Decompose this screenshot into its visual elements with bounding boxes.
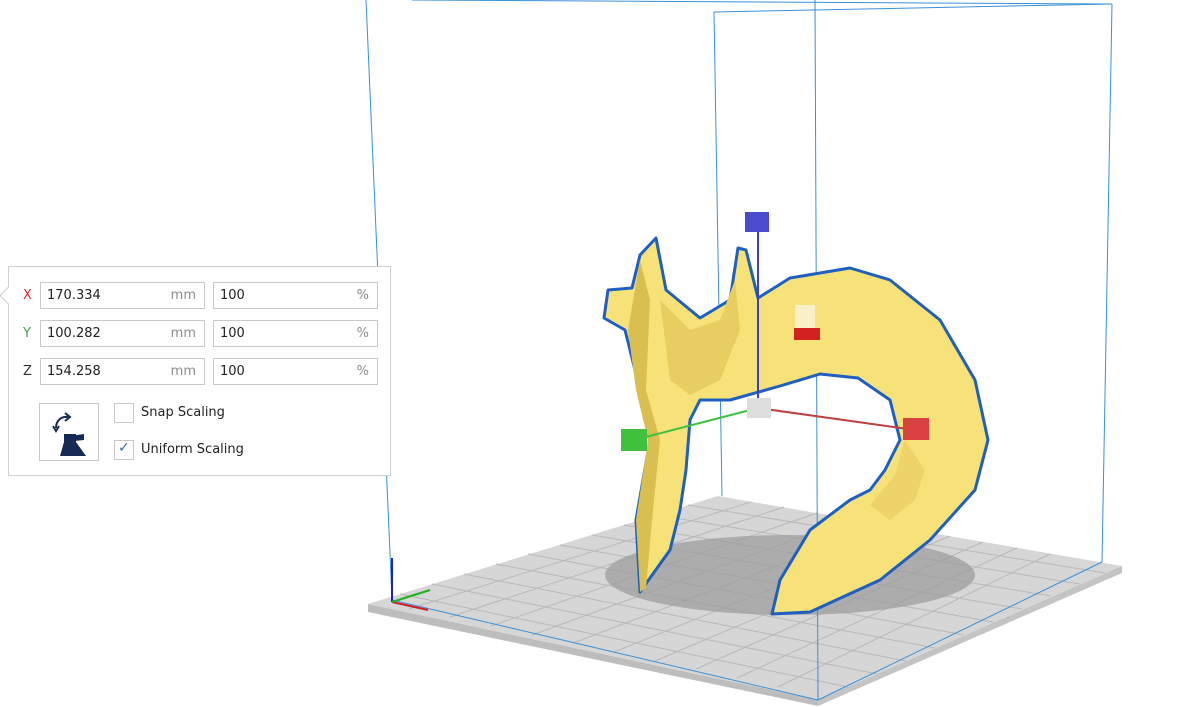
snap-scaling-checkbox[interactable] [114, 403, 134, 423]
y-size-unit: mm [170, 326, 196, 341]
y-percent-unit: % [356, 326, 369, 341]
center-handle[interactable] [747, 398, 771, 418]
x-percent-input[interactable]: 100 % [213, 282, 378, 309]
x-axis-label: X [23, 288, 32, 303]
y-size-value: 100.282 [47, 326, 101, 341]
z-percent-value: 100 [220, 364, 245, 379]
z-scale-row: Z 154.258 mm 100 % [9, 358, 390, 386]
y-percent-value: 100 [220, 326, 245, 341]
z-percent-input[interactable]: 100 % [213, 358, 378, 385]
reset-scale-icon [52, 412, 86, 456]
x-size-input[interactable]: 170.334 mm [40, 282, 205, 309]
x-scale-row: X 170.334 mm 100 % [9, 282, 390, 310]
uniform-scaling-label: Uniform Scaling [141, 442, 244, 457]
y-scale-row: Y 100.282 mm 100 % [9, 320, 390, 348]
x-axis-handle[interactable] [903, 418, 929, 440]
y-axis-label: Y [23, 326, 31, 341]
z-size-unit: mm [170, 364, 196, 379]
y-size-input[interactable]: 100.282 mm [40, 320, 205, 347]
scale-tool-panel: X 170.334 mm 100 % Y 100.282 mm 100 % Z … [0, 266, 391, 476]
z-size-value: 154.258 [47, 364, 101, 379]
x-size-unit: mm [170, 288, 196, 303]
y-percent-input[interactable]: 100 % [213, 320, 378, 347]
z-axis-handle[interactable] [745, 212, 769, 232]
x-percent-value: 100 [220, 288, 245, 303]
reset-scale-button[interactable] [39, 403, 99, 461]
z-size-input[interactable]: 154.258 mm [40, 358, 205, 385]
snap-scaling-label: Snap Scaling [141, 405, 225, 420]
checkmark-icon: ✓ [118, 440, 130, 456]
y-axis-handle[interactable] [621, 429, 647, 451]
x-percent-unit: % [356, 288, 369, 303]
uniform-scaling-checkbox[interactable]: ✓ [114, 440, 134, 460]
x-size-value: 170.334 [47, 288, 101, 303]
z-axis-label: Z [23, 364, 32, 379]
z-percent-unit: % [356, 364, 369, 379]
